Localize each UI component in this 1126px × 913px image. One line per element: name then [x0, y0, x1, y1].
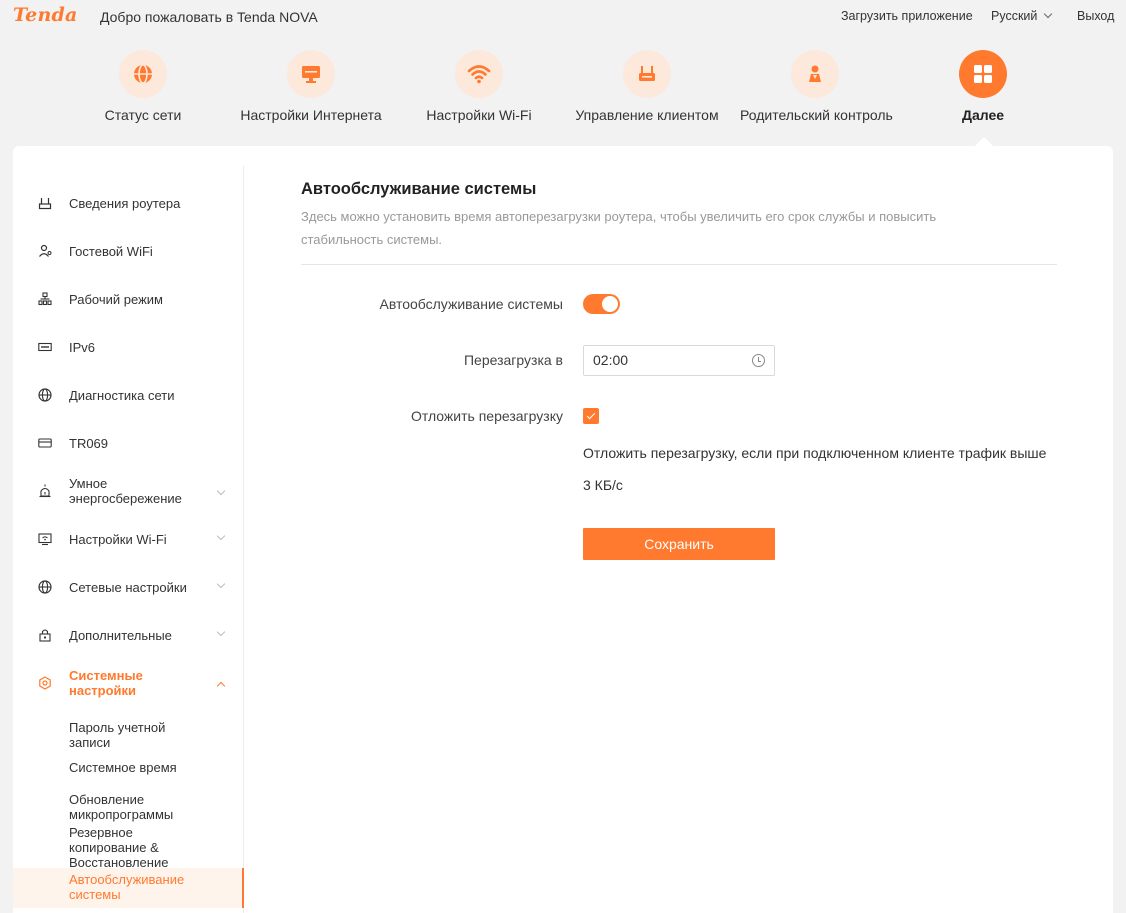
network-mode-icon: [37, 291, 53, 307]
welcome-text: Добро пожаловать в Tenda NOVA: [100, 9, 318, 25]
page-title: Автообслуживание системы: [301, 180, 537, 198]
alarm-icon: [37, 483, 53, 499]
parental-icon: [791, 50, 839, 98]
sidebar-subitem-system-time[interactable]: Системное время: [13, 758, 244, 776]
nav-label: Далее: [961, 107, 1005, 123]
sidebar-item-label: Дополнительные: [69, 628, 172, 643]
globe-icon: [37, 387, 53, 403]
nav-label: Настройки Интернета: [240, 107, 382, 123]
reboot-time-input[interactable]: 02:00: [583, 345, 775, 376]
chevron-up-icon: [216, 681, 226, 691]
download-app-link[interactable]: Загрузить приложение: [841, 9, 973, 23]
tr069-icon: [37, 435, 53, 451]
nav-client-management[interactable]: Управление клиентом: [572, 50, 722, 123]
nav-internet-settings[interactable]: Настройки Интернета: [236, 50, 386, 123]
nav-parental-control[interactable]: Родительский контроль: [740, 50, 893, 123]
content-card: Сведения роутера Гостевой WiFi Рабочий р…: [13, 146, 1113, 913]
nav-label: Управление клиентом: [575, 107, 719, 123]
sidebar-subitem-backup-restore[interactable]: Резервное копирование & Восстановление: [13, 823, 244, 870]
nav-network-status[interactable]: Статус сети: [68, 50, 218, 123]
sidebar-item-label: Настройки Wi-Fi: [69, 532, 167, 547]
tenda-logo[interactable]: Tenda: [13, 4, 77, 26]
chevron-down-icon: [1044, 9, 1053, 19]
delay-note-line2: 3 КБ/с: [583, 477, 623, 493]
sidebar-item-label: Сведения роутера: [69, 196, 181, 211]
sidebar-item-label: IPv6: [69, 340, 96, 355]
sidebar-item-label: Диагностика сети: [69, 388, 175, 403]
grid-icon: [959, 50, 1007, 98]
checkmark-icon: [586, 410, 596, 420]
sidebar-item-label: Рабочий режим: [69, 292, 163, 307]
toggle-knob: [602, 296, 618, 312]
sidebar-subitem-label: Пароль учетной записи: [69, 720, 166, 750]
language-select[interactable]: Русский: [991, 9, 1053, 23]
divider: [301, 264, 1057, 265]
delay-note-line1: Отложить перезагрузку, если при подключе…: [583, 445, 1047, 461]
router-icon: [623, 50, 671, 98]
auto-maintenance-toggle[interactable]: [583, 294, 620, 314]
language-value: Русский: [991, 9, 1038, 23]
sidebar-item-label: Умное энергосбережение: [69, 476, 182, 506]
globe-icon: [119, 50, 167, 98]
chevron-down-icon: [216, 579, 226, 589]
monitor-icon: [287, 50, 335, 98]
nav-wifi-settings[interactable]: Настройки Wi-Fi: [404, 50, 554, 123]
sidebar-subitem-firmware-update[interactable]: Обновление микропрограммы: [13, 790, 244, 822]
delay-reboot-checkbox[interactable]: [583, 408, 599, 424]
router-info-icon: [37, 195, 53, 211]
sidebar-item-label: Гостевой WiFi: [69, 244, 153, 259]
settings-icon: [37, 675, 53, 691]
wifi-icon: [455, 50, 503, 98]
guest-icon: [37, 243, 53, 259]
nav-label: Статус сети: [104, 107, 182, 123]
reboot-time-label: Перезагрузка в: [463, 352, 563, 368]
nav-label: Настройки Wi-Fi: [426, 107, 532, 123]
globe-icon: [37, 579, 53, 595]
wifi-settings-icon: [37, 531, 53, 547]
clock-icon[interactable]: [752, 354, 765, 367]
nav-more[interactable]: Далее: [908, 50, 1058, 123]
logout-link[interactable]: Выход: [1077, 9, 1114, 23]
sidebar-subitem-label: Автообслуживание системы: [69, 872, 185, 902]
sidebar-item-label: Сетевые настройки: [69, 580, 187, 595]
chevron-down-icon: [216, 627, 226, 637]
delay-reboot-note: Отложить перезагрузку, если при подключе…: [583, 437, 1063, 501]
sidebar-subitem-label: Обновление микропрограммы: [69, 792, 174, 822]
auto-maintenance-label: Автообслуживание системы: [379, 296, 563, 312]
delay-reboot-label: Отложить перезагрузку: [410, 408, 563, 424]
chevron-down-icon: [216, 531, 226, 541]
page-description: Здесь можно установить время автоперезаг…: [301, 209, 937, 247]
nav-active-pointer: [975, 137, 993, 146]
sidebar-subitem-account-password[interactable]: Пароль учетной записи: [13, 718, 244, 750]
sidebar-subitem-label: Системное время: [69, 760, 177, 775]
lock-icon: [37, 627, 53, 643]
sidebar-item-label: TR069: [69, 436, 109, 451]
sidebar-subitem-label: Резервное копирование & Восстановление: [69, 825, 169, 870]
top-bar: Tenda Добро пожаловать в Tenda NOVA Загр…: [0, 0, 1126, 34]
sidebar: Сведения роутера Гостевой WiFi Рабочий р…: [13, 166, 244, 913]
sidebar-item-label: Системные настройки: [69, 668, 143, 698]
ipv6-icon: [37, 339, 53, 355]
sidebar-subitem-auto-maintenance[interactable]: Автообслуживание системы: [13, 868, 244, 908]
reboot-time-value: 02:00: [593, 352, 629, 368]
save-button[interactable]: Сохранить: [583, 528, 775, 560]
chevron-down-icon: [216, 486, 226, 496]
nav-label: Родительский контроль: [740, 107, 893, 123]
